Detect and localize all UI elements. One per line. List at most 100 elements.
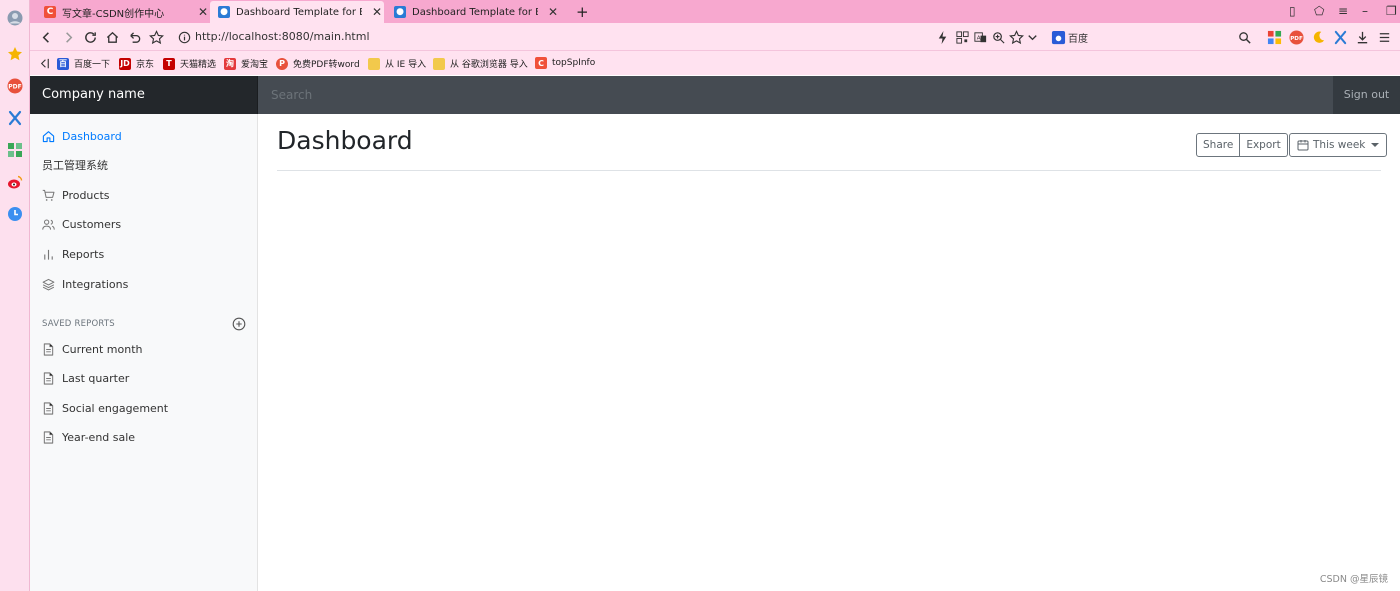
calendar-icon <box>1297 140 1309 151</box>
sidebar-item-employee-system[interactable]: 员工管理系统 <box>42 155 108 175</box>
home-icon <box>42 130 55 143</box>
brand-link[interactable]: Company name <box>30 76 258 114</box>
bookmark-jd[interactable]: JD 京东 <box>119 57 154 70</box>
sidebar-item-dashboard[interactable]: Dashboard <box>42 126 122 146</box>
sidebar-item-reports[interactable]: Reports <box>42 244 104 264</box>
baidu-icon <box>1050 29 1066 45</box>
close-icon[interactable]: ✕ <box>548 5 558 19</box>
clock-icon[interactable] <box>7 206 23 222</box>
bootstrap-page-icon: ● <box>218 6 230 18</box>
avatar[interactable] <box>7 10 23 26</box>
skin-icon[interactable]: ⬠ <box>1314 4 1324 18</box>
bootstrap-page-icon: ● <box>394 6 406 18</box>
pdf-icon[interactable]: PDF <box>7 78 23 94</box>
scissors-icon[interactable] <box>1332 29 1348 45</box>
tab-csdn[interactable]: C 写文章-CSDN创作中心 ✕ <box>36 1 212 23</box>
pdf-icon[interactable]: PDF <box>1288 29 1304 45</box>
menu-icon[interactable] <box>1376 29 1392 45</box>
sidebar-item-integrations[interactable]: Integrations <box>42 274 128 294</box>
minimize-icon[interactable]: – <box>1362 4 1368 18</box>
svg-text:PDF: PDF <box>8 84 21 91</box>
saved-item-year-end-sale[interactable]: Year-end sale <box>42 427 135 447</box>
jd-icon: JD <box>119 57 131 70</box>
bookmark-aitaobao[interactable]: 淘 爱淘宝 <box>224 57 268 70</box>
bookmark-topspinfo[interactable]: C topSpInfo <box>535 57 595 69</box>
plus-icon: + <box>576 3 589 21</box>
bookmark-label: 爱淘宝 <box>241 60 269 70</box>
url-field[interactable]: http://localhost:8080/main.html <box>195 30 370 43</box>
menu-lines-icon[interactable]: ≡ <box>1338 4 1348 18</box>
this-week-dropdown[interactable]: This week <box>1289 133 1388 157</box>
saved-item-label: Social engagement <box>62 401 169 415</box>
moon-icon[interactable] <box>1310 29 1326 45</box>
bookmark-label: 免费PDF转word <box>293 60 360 70</box>
undo-icon[interactable] <box>126 29 142 45</box>
close-icon[interactable]: ✕ <box>372 5 382 19</box>
zoom-icon[interactable] <box>990 29 1006 45</box>
saved-item-last-quarter[interactable]: Last quarter <box>42 368 129 388</box>
tab-title: Dashboard Template for Bootstrap <box>412 6 538 18</box>
users-icon <box>42 218 55 231</box>
sidebar-item-label: Dashboard <box>62 129 122 143</box>
info-icon[interactable] <box>176 29 192 45</box>
star-icon[interactable] <box>7 46 23 62</box>
file-text-icon <box>42 430 55 444</box>
search-engine-field[interactable]: 百度 <box>1068 30 1088 45</box>
tab-dashboard-active[interactable]: ● Dashboard Template for Bootstrap ✕ <box>210 1 384 23</box>
svg-text:PDF: PDF <box>1290 35 1303 41</box>
browser-address-bar: http://localhost:8080/main.html A 百度 PDF <box>30 23 1400 51</box>
folder-icon <box>433 57 445 70</box>
restore-icon[interactable]: ❐ <box>1386 4 1397 18</box>
saved-item-current-month[interactable]: Current month <box>42 339 143 359</box>
cart-icon <box>42 189 55 202</box>
browser-side-rail: PDF <box>0 0 30 591</box>
translate-icon[interactable]: A <box>972 29 988 45</box>
tab-title: Dashboard Template for Bootstrap <box>236 6 362 18</box>
file-text-icon <box>42 371 55 385</box>
search-icon[interactable] <box>1236 29 1252 45</box>
back-icon[interactable] <box>38 29 54 45</box>
scissors-icon[interactable] <box>7 110 23 126</box>
plus-circle-icon[interactable] <box>232 317 246 331</box>
bookmark-baidu[interactable]: 百 百度一下 <box>57 57 110 70</box>
bookmark-import-chrome[interactable]: 从 谷歌浏览器 导入 <box>433 57 528 70</box>
saved-item-social-engagement[interactable]: Social engagement <box>42 398 168 418</box>
favorite-star-icon[interactable] <box>1008 29 1024 45</box>
header-divider <box>277 170 1381 171</box>
close-icon[interactable]: ✕ <box>198 5 208 19</box>
bookmark-import-ie[interactable]: 从 IE 导入 <box>368 57 426 70</box>
csdn-icon: C <box>535 57 547 69</box>
bookmark-tmall[interactable]: T 天猫精选 <box>163 57 216 70</box>
sign-out-link[interactable]: Sign out <box>1333 76 1400 114</box>
caret-down-icon <box>1371 143 1380 147</box>
bookmark-label: 京东 <box>136 60 155 70</box>
new-tab-button[interactable]: + <box>568 1 590 23</box>
bookmark-star-icon[interactable] <box>148 29 164 45</box>
sidebar-item-products[interactable]: Products <box>42 185 110 205</box>
download-icon[interactable] <box>1354 29 1370 45</box>
bookmark-pdf-to-word[interactable]: P 免费PDF转word <box>276 57 360 70</box>
share-button[interactable]: Share <box>1196 133 1241 157</box>
lightning-icon[interactable] <box>934 29 950 45</box>
svg-text:A: A <box>976 35 980 41</box>
saved-reports-heading: SAVED REPORTS <box>42 319 115 329</box>
bookmark-label: 从 IE 导入 <box>385 60 427 70</box>
forward-icon[interactable] <box>60 29 76 45</box>
sidebar-item-label: Reports <box>62 247 105 261</box>
sidebar-item-customers[interactable]: Customers <box>42 214 121 234</box>
file-text-icon <box>42 401 55 415</box>
chevron-down-icon[interactable] <box>1024 29 1040 45</box>
apps-grid-icon[interactable] <box>1266 29 1282 45</box>
export-button[interactable]: Export <box>1240 133 1288 157</box>
sidebar-toggle-icon[interactable] <box>36 55 52 71</box>
home-icon[interactable] <box>104 29 120 45</box>
tab-dashboard[interactable]: ● Dashboard Template for Bootstrap ✕ <box>386 1 560 23</box>
search-input[interactable] <box>258 76 1333 114</box>
this-week-label: This week <box>1313 139 1366 151</box>
reading-mode-icon[interactable]: ▯ <box>1289 4 1296 18</box>
qr-code-icon[interactable] <box>954 29 970 45</box>
weibo-icon[interactable] <box>7 174 23 190</box>
refresh-icon[interactable] <box>82 29 98 45</box>
apps-grid-icon[interactable] <box>7 142 23 158</box>
sidebar-item-label: Products <box>62 188 110 202</box>
